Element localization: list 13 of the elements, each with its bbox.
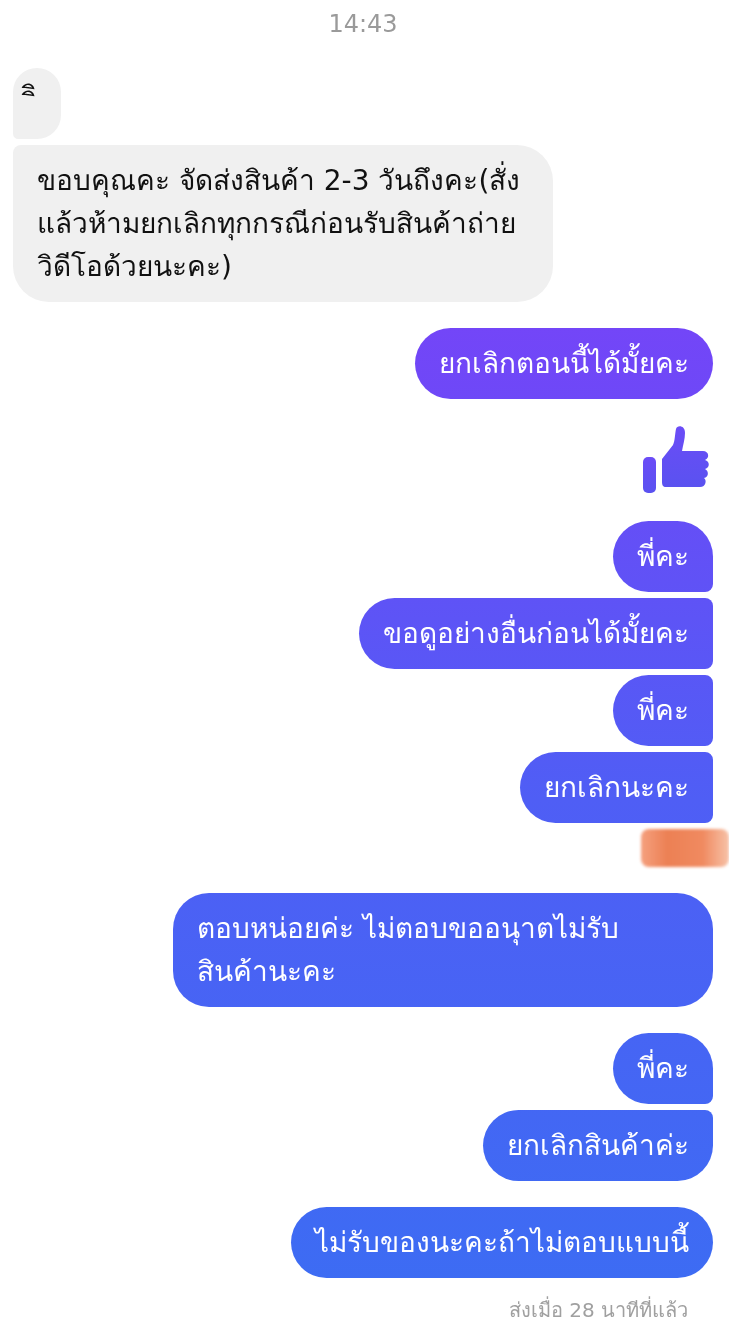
message-bubble: ขอบคุณคะ จัดส่งสินค้า 2-3 วันถึงคะ(สั่งแล้วห้ามยกเลิกทุกกรณีก่อนรับสินค้าถ่ายวิดีโอด้วยนะคะ) (13, 145, 553, 302)
message-bubble: พี่คะ (613, 1033, 713, 1104)
message-bubble: ยกเลิกตอนนี้ได้มั้ยคะ (415, 328, 713, 399)
message-bubble: พี่คะ (613, 675, 713, 746)
message-bubble: ไม่รับของนะคะถ้าไม่ตอบแบบนี้ (291, 1207, 713, 1278)
message-bubble: ขอดูอย่างอื่นก่อนได้มั้ยคะ (359, 598, 713, 669)
message-bubble: ยกเลิกสินค้าค่ะ (483, 1110, 713, 1181)
seen-status: ส่งเมื่อ 28 นาทีที่แล้ว (508, 1295, 688, 1324)
timestamp: 14:43 (328, 9, 398, 40)
message-bubble: ิิ (13, 68, 61, 139)
message-bubble: ตอบหน่อยค่ะ ไม่ตอบขออนุาตไม่รับสินค้านะคะ (173, 893, 713, 1007)
message-bubble: ยกเลิกนะคะ (520, 752, 713, 823)
message-bubble: พี่คะ (613, 521, 713, 592)
